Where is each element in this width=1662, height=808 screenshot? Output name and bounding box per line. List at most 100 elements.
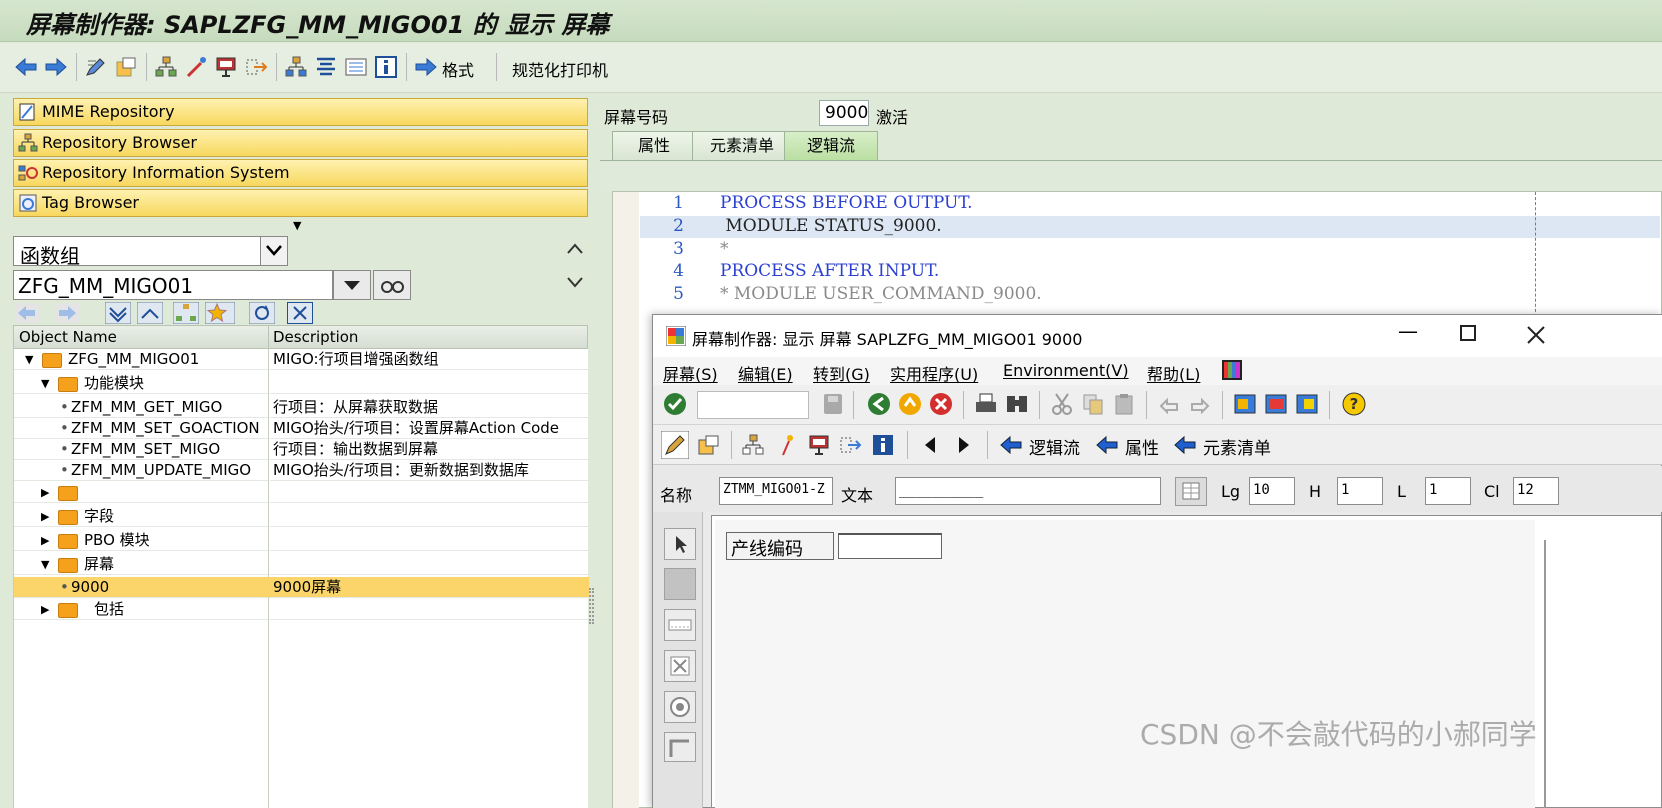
flow-logic-arrow-icon[interactable] xyxy=(999,434,1023,456)
activate-object-icon[interactable] xyxy=(697,433,721,457)
tree-row[interactable]: • ZFM_MM_GET_MIGO 行项目：从屏幕获取数据 xyxy=(14,397,589,418)
exit-icon[interactable] xyxy=(898,392,922,416)
column-description[interactable]: Description xyxy=(273,328,358,346)
hierarchy-icon[interactable] xyxy=(173,302,199,324)
cut-icon[interactable] xyxy=(1050,392,1074,416)
object-name-input[interactable]: ZFG_MM_MIGO01 xyxy=(13,270,333,300)
expanded-triangle-icon[interactable]: ▼ xyxy=(41,554,49,575)
collapsed-triangle-icon[interactable]: ▶ xyxy=(41,506,49,527)
l-field[interactable]: 1 xyxy=(1425,477,1471,505)
menu-goto[interactable]: 转到(G) xyxy=(813,361,870,385)
select-pointer-icon[interactable] xyxy=(664,528,696,560)
tag-browser-button[interactable]: Tag Browser xyxy=(13,189,588,217)
menu-edit[interactable]: 编辑(E) xyxy=(738,361,793,385)
input-field-tool-icon[interactable] xyxy=(664,609,696,641)
close-tree-icon[interactable] xyxy=(287,302,313,324)
tree-row[interactable]: ▶ xyxy=(14,482,589,503)
refresh-icon[interactable] xyxy=(249,302,275,324)
code-line[interactable]: * xyxy=(720,239,729,259)
tree-row[interactable]: ▶ 包括 xyxy=(14,599,589,620)
collapsed-triangle-icon[interactable]: ▶ xyxy=(41,530,49,551)
maximize-icon[interactable] xyxy=(1460,325,1476,341)
collapse-all-icon[interactable] xyxy=(137,302,163,324)
navigate-icon[interactable] xyxy=(244,55,268,79)
list-view-icon[interactable] xyxy=(344,55,368,79)
tree-row-selected[interactable]: • 9000 9000屏幕 xyxy=(14,577,589,598)
layout-icon[interactable] xyxy=(807,433,831,457)
format-arrow-icon[interactable] xyxy=(414,55,438,79)
code-line[interactable]: * MODULE USER_COMMAND_9000. xyxy=(720,284,1042,304)
screen-input-field[interactable] xyxy=(838,533,942,559)
code-line[interactable]: PROCESS AFTER INPUT. xyxy=(720,261,939,281)
save-icon[interactable] xyxy=(821,392,845,416)
element-list-arrow-icon[interactable] xyxy=(1173,434,1197,456)
command-field[interactable] xyxy=(697,391,809,419)
dictionary-fields-button[interactable] xyxy=(1175,477,1207,506)
menu-help[interactable]: 帮助(L) xyxy=(1147,361,1200,385)
column-object-name[interactable]: Object Name xyxy=(19,328,117,346)
copy-icon[interactable] xyxy=(1081,392,1105,416)
expanded-triangle-icon[interactable]: ▼ xyxy=(25,349,33,370)
screen-area[interactable] xyxy=(715,520,1535,808)
tree-structure-icon[interactable] xyxy=(284,55,308,79)
redo-icon[interactable] xyxy=(1188,392,1212,416)
mime-repository-button[interactable]: MIME Repository xyxy=(13,98,588,126)
cl-field[interactable]: 12 xyxy=(1513,477,1559,505)
menu-utilities[interactable]: 实用程序(U) xyxy=(890,361,978,385)
collapse-arrow-icon[interactable]: ▼ xyxy=(293,219,301,232)
attributes-arrow-icon[interactable] xyxy=(1095,434,1119,456)
box-tool-icon[interactable] xyxy=(664,732,696,762)
collapsed-triangle-icon[interactable]: ▶ xyxy=(41,482,49,503)
tree-row[interactable]: ▶ PBO 模块 xyxy=(14,530,589,551)
tree-forward-icon[interactable] xyxy=(55,303,79,323)
enter-check-icon[interactable] xyxy=(663,392,687,416)
element-list-button[interactable]: 元素清单 xyxy=(1203,434,1271,459)
navigate-icon[interactable] xyxy=(839,433,863,457)
scroll-down-icon[interactable] xyxy=(566,273,584,295)
checkbox-tool-icon[interactable] xyxy=(664,650,696,682)
scroll-up-icon[interactable] xyxy=(566,240,584,262)
magic-wand-icon[interactable] xyxy=(775,433,799,457)
expanded-triangle-icon[interactable]: ▼ xyxy=(41,373,49,394)
object-type-select[interactable]: 函数组 xyxy=(13,236,288,268)
tab-attributes[interactable]: 属性 xyxy=(612,131,696,161)
code-line[interactable]: MODULE STATUS_9000. xyxy=(720,216,941,236)
back-arrow-icon[interactable] xyxy=(14,55,38,79)
lg-field[interactable]: 10 xyxy=(1249,477,1295,505)
format-button[interactable]: 格式 xyxy=(442,57,474,81)
paste-icon[interactable] xyxy=(1112,392,1136,416)
menu-screen[interactable]: 屏幕(S) xyxy=(663,361,718,385)
tree-row[interactable]: ▼ ZFG_MM_MIGO01 MIGO:行项目增强函数组 xyxy=(14,349,589,370)
repository-info-system-button[interactable]: Repository Information System xyxy=(13,159,588,187)
display-change-icon[interactable] xyxy=(661,431,689,459)
vertical-scrollbar[interactable] xyxy=(1544,540,1546,808)
pretty-printer-button[interactable]: 规范化打印机 xyxy=(512,57,608,81)
attributes-button[interactable]: 属性 xyxy=(1125,434,1159,459)
repository-browser-button[interactable]: Repository Browser xyxy=(13,129,588,157)
radio-button-tool-icon[interactable] xyxy=(664,691,696,723)
shortcut-icon[interactable] xyxy=(1264,392,1288,416)
find-icon[interactable] xyxy=(1005,392,1029,416)
h-field[interactable]: 1 xyxy=(1337,477,1383,505)
back-green-icon[interactable] xyxy=(867,392,891,416)
tree-row[interactable]: ▼ 功能模块 xyxy=(14,373,589,394)
name-field[interactable]: ZTMM_MIGO01-Z xyxy=(719,477,833,505)
text-field[interactable]: __________ xyxy=(895,477,1161,505)
undo-icon[interactable] xyxy=(1157,392,1181,416)
menu-environment[interactable]: Environment(V) xyxy=(1003,361,1129,380)
edit-toggle-icon[interactable] xyxy=(84,55,108,79)
dropdown-arrow-icon[interactable] xyxy=(333,270,371,300)
tree-row[interactable]: ▶ 字段 xyxy=(14,506,589,527)
favorites-star-icon[interactable] xyxy=(205,302,235,324)
flow-logic-button[interactable]: 逻辑流 xyxy=(1029,434,1080,459)
hierarchy-icon[interactable] xyxy=(154,55,178,79)
tab-flow-logic[interactable]: 逻辑流 xyxy=(784,131,878,161)
info-icon[interactable] xyxy=(871,433,895,457)
tab-element-list[interactable]: 元素清单 xyxy=(692,131,792,161)
tree-row[interactable]: • ZFM_MM_SET_GOACTION MIGO抬头/行项目：设置屏幕Acti… xyxy=(14,418,589,439)
collapsed-triangle-icon[interactable]: ▶ xyxy=(41,599,49,620)
expand-all-icon[interactable] xyxy=(105,302,131,324)
text-field-tool-icon[interactable] xyxy=(664,568,696,600)
magic-wand-icon[interactable] xyxy=(184,55,208,79)
chevron-down-icon[interactable] xyxy=(260,237,287,265)
